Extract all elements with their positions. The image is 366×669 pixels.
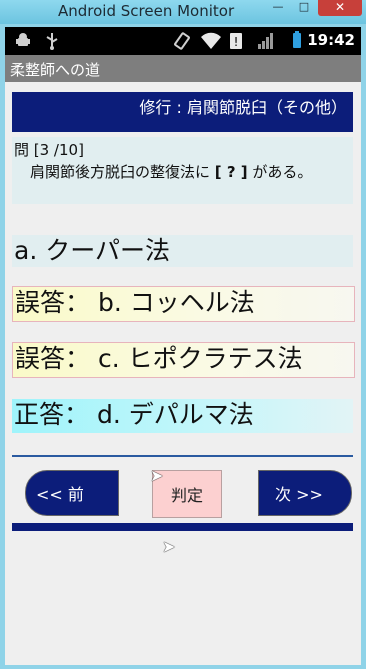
- answer-option-a[interactable]: a. クーパー法: [12, 235, 353, 267]
- answer-option-d[interactable]: 正答： d. デパルマ法: [12, 399, 353, 433]
- window-title-bar[interactable]: Android Screen Monitor — □ ✕: [0, 0, 366, 24]
- minimize-button[interactable]: —: [266, 0, 290, 16]
- cursor-icon: ➤: [150, 466, 164, 485]
- section-header-text: 修行 : 肩関節脱臼（その他）: [139, 98, 347, 117]
- question-text: 肩関節後方脱臼の整復法に [ ? ] がある。: [14, 161, 344, 183]
- bottom-bar: [12, 523, 353, 531]
- battery-icon: [293, 31, 301, 48]
- app-title-bar: 柔整師への道: [5, 55, 361, 82]
- maximize-button[interactable]: □: [292, 0, 316, 16]
- signal-icon: [257, 32, 275, 54]
- usb-icon: [45, 32, 59, 54]
- answer-option-c[interactable]: 誤答： c. ヒポクラテス法: [12, 342, 355, 378]
- status-time: 19:42: [307, 31, 355, 49]
- alert-icon: !: [229, 32, 243, 54]
- close-button[interactable]: ✕: [318, 0, 362, 16]
- answer-option-label: 正答： d. デパルマ法: [14, 400, 254, 429]
- answer-option-b[interactable]: 誤答： b. コッヘル法: [12, 286, 355, 322]
- prev-button[interactable]: << 前: [25, 470, 119, 516]
- status-bar: ! 19:42: [5, 27, 361, 55]
- answer-option-label: 誤答： b. コッヘル法: [15, 288, 255, 317]
- svg-text:!: !: [234, 35, 239, 49]
- question-text-prefix: 肩関節後方脱臼の整復法に: [30, 163, 215, 181]
- question-text-suffix: がある。: [247, 163, 313, 181]
- app-content: 修行 : 肩関節脱臼（その他） 問 [3 /10] 肩関節後方脱臼の整復法に […: [5, 82, 361, 665]
- section-header: 修行 : 肩関節脱臼（その他）: [12, 92, 353, 132]
- rotation-icon: [173, 32, 191, 54]
- wifi-icon: [200, 30, 222, 54]
- window-title: Android Screen Monitor: [58, 2, 235, 20]
- android-debug-icon: [15, 32, 31, 52]
- app-title: 柔整師への道: [10, 61, 101, 79]
- answer-option-label: 誤答： c. ヒポクラテス法: [15, 344, 303, 373]
- question-number: 問 [3 /10]: [14, 141, 84, 159]
- question-blank: [ ? ]: [214, 163, 248, 181]
- answer-option-label: a. クーパー法: [14, 236, 170, 265]
- cursor-icon: ➤: [162, 537, 176, 556]
- next-button[interactable]: 次 >>: [258, 470, 352, 516]
- question-box: 問 [3 /10] 肩関節後方脱臼の整復法に [ ? ] がある。: [12, 137, 353, 204]
- divider: [12, 455, 353, 457]
